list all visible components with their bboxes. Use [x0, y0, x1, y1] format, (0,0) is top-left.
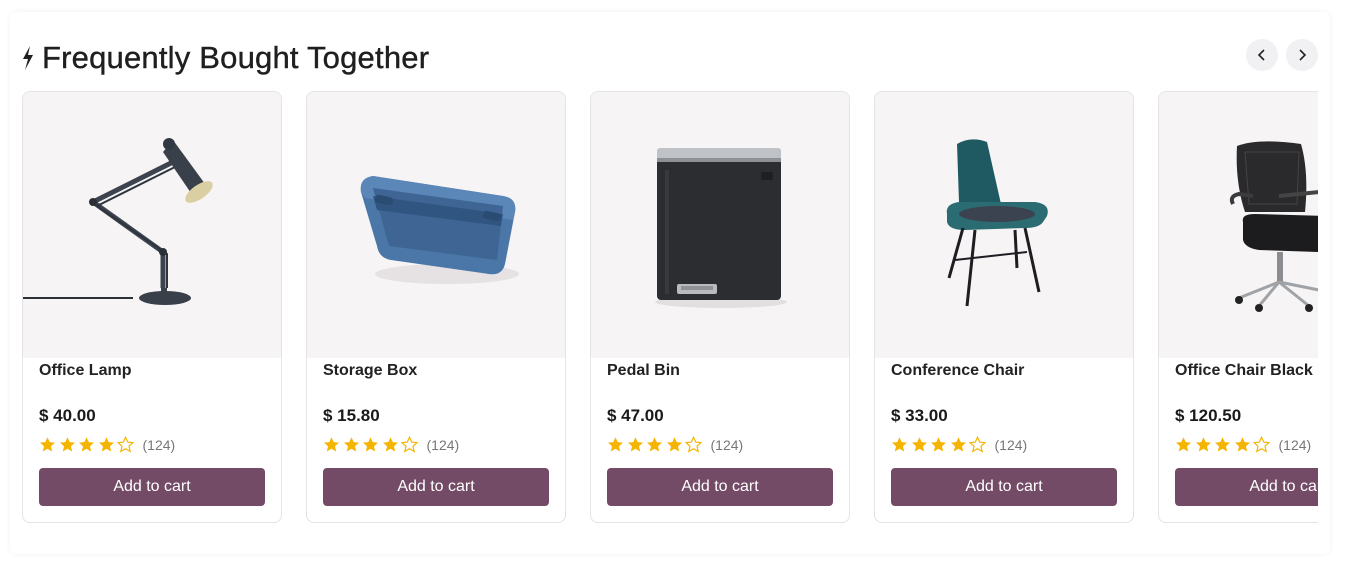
chevron-left-icon — [1257, 49, 1265, 61]
review-count: (124) — [142, 436, 176, 453]
star-filled-icon — [608, 437, 623, 452]
section-header: Frequently Bought Together — [20, 38, 429, 78]
product-card[interactable]: Storage Box $ 15.80 (124) Add to cart — [306, 91, 566, 523]
star-empty-icon — [401, 436, 418, 453]
frequently-bought-together-section: Frequently Bought Together Office Lamp $… — [10, 12, 1330, 554]
product-image[interactable] — [307, 92, 565, 358]
review-count: (124) — [710, 436, 744, 453]
product-rating: (124) — [39, 436, 175, 453]
pedal-bin-image — [655, 148, 787, 308]
star-filled-icon — [911, 437, 927, 452]
chevron-right-icon — [1299, 49, 1307, 61]
add-to-cart-button[interactable]: Add to cart — [39, 468, 265, 506]
product-price: $ 33.00 — [891, 406, 948, 425]
star-filled-icon — [931, 437, 946, 452]
star-filled-icon — [950, 437, 966, 452]
star-filled-icon — [79, 437, 94, 452]
star-filled-icon — [343, 437, 359, 452]
product-carousel: Office Lamp $ 40.00 (124) Add to cart St… — [22, 91, 1318, 523]
add-to-cart-button[interactable]: Add to cart — [1175, 468, 1318, 506]
star-filled-icon — [666, 437, 682, 452]
product-card[interactable]: Office Lamp $ 40.00 (124) Add to cart — [22, 91, 282, 523]
product-card[interactable]: Pedal Bin $ 47.00 (124) Add to cart — [590, 91, 850, 523]
star-filled-icon — [627, 437, 643, 452]
section-title: Frequently Bought Together — [42, 40, 430, 75]
star-filled-icon — [324, 437, 339, 452]
add-to-cart-button[interactable]: Add to cart — [323, 468, 549, 506]
office-chair-image — [1229, 141, 1318, 312]
star-empty-icon — [685, 436, 702, 453]
star-filled-icon — [59, 437, 75, 452]
star-filled-icon — [1215, 437, 1230, 452]
product-price: $ 120.50 — [1175, 406, 1242, 425]
review-count: (124) — [426, 436, 460, 453]
storage-box-image — [360, 176, 519, 284]
product-card[interactable]: Office Chair Black $ 120.50 (124) Add to… — [1158, 91, 1318, 523]
product-name[interactable]: Office Chair Black — [1175, 362, 1313, 380]
carousel-next-button[interactable] — [1286, 39, 1318, 71]
star-empty-icon — [1253, 436, 1270, 453]
product-name[interactable]: Conference Chair — [891, 362, 1024, 380]
star-empty-icon — [117, 436, 134, 453]
product-rating: (124) — [607, 436, 743, 453]
product-image[interactable] — [1159, 92, 1318, 358]
product-rating: (124) — [1175, 436, 1311, 453]
star-filled-icon — [363, 437, 378, 452]
star-filled-icon — [1176, 437, 1191, 452]
product-image[interactable] — [591, 92, 849, 358]
product-price: $ 40.00 — [39, 406, 96, 425]
star-filled-icon — [892, 437, 907, 452]
add-to-cart-button[interactable]: Add to cart — [891, 468, 1117, 506]
desk-lamp-image — [23, 138, 213, 305]
star-filled-icon — [40, 437, 55, 452]
product-price: $ 47.00 — [607, 406, 664, 425]
star-filled-icon — [1234, 437, 1250, 452]
star-filled-icon — [1195, 437, 1211, 452]
star-filled-icon — [647, 437, 662, 452]
conference-chair-image — [946, 139, 1048, 307]
product-image[interactable] — [23, 92, 281, 358]
lightning-bolt-icon — [23, 46, 33, 70]
review-count: (124) — [994, 436, 1028, 453]
star-filled-icon — [98, 437, 114, 452]
product-image[interactable] — [875, 92, 1133, 358]
product-card[interactable]: Conference Chair $ 33.00 (124) Add to ca… — [874, 91, 1134, 523]
product-price: $ 15.80 — [323, 406, 380, 425]
product-rating: (124) — [323, 436, 459, 453]
star-empty-icon — [969, 436, 986, 453]
product-name[interactable]: Office Lamp — [39, 362, 131, 380]
product-name[interactable]: Pedal Bin — [607, 362, 680, 380]
star-filled-icon — [382, 437, 398, 452]
review-count: (124) — [1278, 436, 1312, 453]
carousel-prev-button[interactable] — [1246, 39, 1278, 71]
product-rating: (124) — [891, 436, 1027, 453]
product-name[interactable]: Storage Box — [323, 362, 417, 380]
add-to-cart-button[interactable]: Add to cart — [607, 468, 833, 506]
